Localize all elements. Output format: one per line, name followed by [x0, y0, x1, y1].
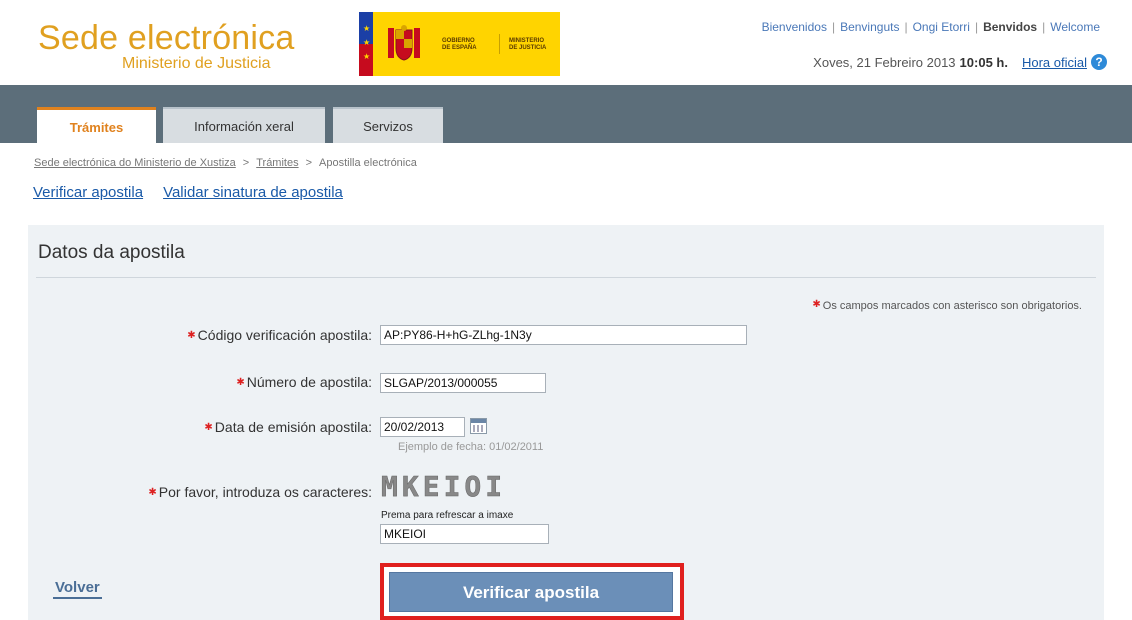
breadcrumb: Sede electrónica do Ministerio de Xustiz…	[34, 157, 417, 169]
date-example-hint: Ejemplo de fecha: 01/02/2011	[398, 441, 544, 453]
tab-servizos[interactable]: Servizos	[333, 107, 443, 143]
current-date: Xoves, 21 Febreiro 2013	[813, 54, 956, 70]
captcha-input[interactable]	[380, 524, 549, 544]
language-selector: Bienvenidos | Benvinguts | Ongi Etorri | Benvi…	[761, 20, 1100, 34]
tab-informacion-xeral[interactable]: Información xeral	[163, 107, 325, 143]
government-logo: ★ ★ ★ GOBIERNO DE ESPAÑA MINISTERIO DE JUSTI…	[359, 12, 560, 76]
verify-apostille-button[interactable]: Verificar apostila	[389, 572, 673, 612]
captcha-refresh-text[interactable]: Prema para refrescar a imaxe	[381, 510, 513, 521]
brand-title: Sede electrónica	[38, 19, 295, 57]
issue-date-input[interactable]	[380, 417, 465, 437]
lang-link-es[interactable]: Bienvenidos	[762, 20, 827, 34]
sub-navigation: Verificar apostila Validar sinatura de ap…	[33, 184, 363, 201]
date-label: ✱ Data de emisión apostila:	[204, 419, 372, 435]
lang-link-eu[interactable]: Ongi Etorri	[913, 20, 970, 34]
required-note: ✱ Os campos marcados con asterisco son ob…	[812, 299, 1082, 312]
code-label: ✱ Código verificación apostila:	[187, 327, 372, 343]
help-icon[interactable]: ?	[1091, 54, 1107, 70]
number-label: ✱ Número de apostila:	[236, 374, 372, 390]
lang-link-ca[interactable]: Benvinguts	[840, 20, 899, 34]
brand-subtitle: Ministerio de Justicia	[122, 55, 271, 72]
validate-signature-link[interactable]: Validar sinatura de apostila	[163, 184, 343, 201]
lang-link-en[interactable]: Welcome	[1050, 20, 1100, 34]
verification-code-input[interactable]	[380, 325, 747, 345]
captcha-image[interactable]: MKEIOI	[381, 470, 506, 504]
breadcrumb-current: Apostilla electrónica	[319, 157, 417, 169]
back-link[interactable]: Volver	[53, 579, 102, 599]
breadcrumb-home[interactable]: Sede electrónica do Ministerio de Xustiz…	[34, 157, 236, 169]
breadcrumb-tramites[interactable]: Trámites	[256, 157, 298, 169]
tab-tramites[interactable]: Trámites	[37, 107, 156, 143]
calendar-icon[interactable]	[470, 418, 487, 434]
divider	[36, 277, 1096, 278]
date-time-line: Xoves, 21 Febreiro 2013 10:05 h. Hora of…	[813, 54, 1107, 70]
verify-apostille-link[interactable]: Verificar apostila	[33, 184, 143, 201]
captcha-label: ✱ Por favor, introduza os caracteres:	[148, 484, 372, 500]
apostille-number-input[interactable]	[380, 373, 546, 393]
current-time: 10:05 h.	[959, 54, 1008, 70]
panel-title: Datos da apostila	[38, 242, 185, 263]
official-time-link[interactable]: Hora oficial	[1022, 55, 1087, 70]
main-navbar: Trámites Información xeral Servizos	[0, 85, 1132, 143]
lang-current-gl: Benvidos	[983, 20, 1038, 34]
site-brand[interactable]: Sede electrónica Ministerio de Justicia	[38, 20, 294, 73]
coat-of-arms-icon	[388, 25, 420, 61]
